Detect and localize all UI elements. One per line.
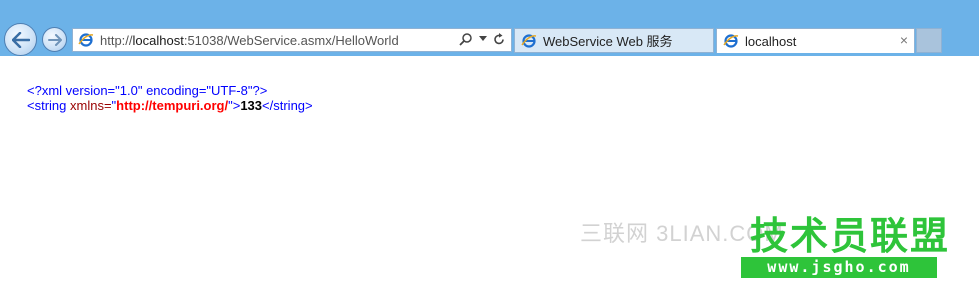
- watermark-brand: 技术员联盟: [750, 214, 951, 258]
- address-bar[interactable]: http://localhost:51038/WebService.asmx/H…: [72, 28, 512, 52]
- arrow-right-icon: [47, 33, 62, 46]
- xml-declaration: <?xml version="1.0" encoding="UTF-8"?>: [27, 83, 268, 98]
- url-host: localhost: [132, 32, 184, 48]
- xml-open-tag: <string: [27, 98, 67, 113]
- tab-label: WebService Web 服务: [543, 34, 673, 49]
- xml-quote-close: ">: [228, 98, 241, 113]
- ie-icon: [78, 33, 94, 47]
- xml-attr-name: xmlns=: [66, 98, 112, 113]
- xml-close-tag: </string>: [262, 98, 313, 113]
- back-button[interactable]: [4, 23, 37, 56]
- xml-string-element: <string xmlns="http://tempuri.org/">133<…: [27, 98, 313, 113]
- address-url[interactable]: http://localhost:51038/WebService.asmx/H…: [100, 33, 399, 48]
- close-tab-icon[interactable]: ×: [900, 32, 908, 48]
- tab-label: localhost: [745, 33, 797, 49]
- new-tab-button[interactable]: [916, 28, 942, 53]
- dropdown-arrow-icon[interactable]: [479, 36, 487, 42]
- xml-attr-value: http://tempuri.org/: [116, 98, 229, 113]
- ie-icon: [723, 34, 739, 48]
- ie-icon: [521, 33, 537, 48]
- forward-button[interactable]: [42, 27, 67, 52]
- address-tools: [459, 32, 505, 46]
- refresh-icon[interactable]: [493, 32, 505, 46]
- tab-webservice[interactable]: WebService Web 服务: [514, 28, 714, 53]
- tab-localhost[interactable]: localhost ×: [716, 28, 915, 53]
- arrow-left-icon: [11, 31, 30, 48]
- url-prefix: http://: [100, 32, 133, 48]
- xml-document: <?xml version="1.0" encoding="UTF-8"?> <…: [27, 83, 313, 113]
- watermark-url: www.jsgho.com: [741, 257, 937, 278]
- url-path: :51038/WebService.asmx/HelloWorld: [183, 32, 399, 48]
- xml-text-value: 133: [240, 98, 263, 113]
- search-icon[interactable]: [459, 32, 473, 46]
